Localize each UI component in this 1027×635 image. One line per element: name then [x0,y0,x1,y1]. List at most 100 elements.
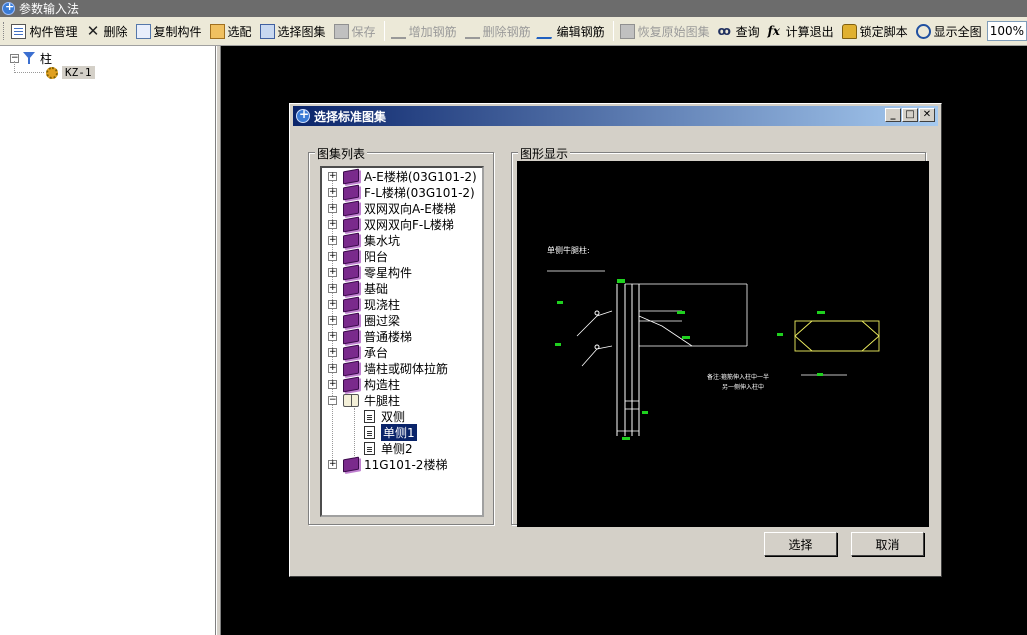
edit-rebar-button[interactable]: 编辑钢筋 [535,20,608,42]
delete-button[interactable]: ✕ 删除 [82,20,130,42]
expand-icon[interactable]: + [328,299,337,309]
atlas-icon [259,23,275,39]
save-icon [333,23,349,39]
dimension-mark [617,279,625,283]
dimension-mark [682,336,690,339]
preview-title: 单侧牛腿柱: [547,245,590,255]
expand-icon[interactable]: + [328,315,337,325]
atlas-item[interactable]: + 基础 [328,280,388,296]
expand-icon[interactable]: + [328,379,337,389]
cancel-button[interactable]: 取消 [851,532,924,556]
expand-icon[interactable]: + [328,347,337,357]
atlas-item[interactable]: + 普通楼梯 [328,328,412,344]
atlas-item[interactable]: + 现浇柱 [328,296,400,312]
restore-atlas-button[interactable]: 恢复原始图集 [617,20,713,42]
binoculars-icon: ꝏ [717,23,731,38]
tree-connector [14,61,44,73]
remove-rebar-button[interactable]: 删除钢筋 [462,20,534,42]
select-match-button[interactable]: 选配 [207,20,255,42]
fx-icon: fx [767,23,780,38]
atlas-list-label: 图集列表 [315,145,368,162]
file-icon [364,441,375,455]
tree-connector [354,408,355,456]
corbel-drawing: 单侧牛腿柱: 备注:箍筋伸入柱中一半 另一侧伸入柱中 [547,245,880,440]
select-button[interactable]: 选择 [764,532,837,556]
book-icon [343,264,359,280]
collapse-icon[interactable]: − [328,395,337,405]
close-button[interactable]: ✕ [919,108,935,122]
copy-component-button[interactable]: 复制构件 [133,20,205,42]
component-manage-icon [11,23,27,39]
atlas-item[interactable]: + 零星构件 [328,264,412,280]
expand-icon[interactable]: + [328,267,337,277]
expand-icon[interactable]: + [328,363,337,373]
expand-icon[interactable]: + [328,283,337,293]
open-book-icon [343,393,359,407]
dimension-mark [622,437,630,440]
query-button[interactable]: ꝏ 查询 [715,20,763,42]
atlas-item[interactable]: + 双网双向F-L楼梯 [328,216,454,232]
toolbar: 构件管理 ✕ 删除 复制构件 选配 选择图集 保存 增加钢筋 删除钢筋 编辑钢筋 … [0,17,1027,46]
calc-exit-button[interactable]: fx 计算退出 [765,20,837,42]
save-button[interactable]: 保存 [331,20,379,42]
dimension-mark [557,301,563,304]
atlas-tree[interactable]: + A-E楼梯(03G101-2) + F-L楼梯(03G101-2) + 双网双向A… [320,166,484,517]
toolbar-grip[interactable] [3,22,5,40]
atlas-item-corbel-column[interactable]: − 牛腿柱 [328,392,400,408]
atlas-item[interactable]: + 圈过梁 [328,312,400,328]
expand-icon[interactable]: + [328,219,337,229]
select-atlas-dialog: 选择标准图集 _ □ ✕ 图集列表 +A-E楼梯(03G101-2) +F-L楼… [289,103,942,577]
component-manage-button[interactable]: 构件管理 [8,20,80,42]
toolbar-separator [383,21,385,41]
remove-rebar-icon [464,24,480,39]
expand-icon[interactable]: + [328,187,337,197]
restore-icon [619,23,635,39]
window-controls: _ □ ✕ [884,108,935,122]
copy-component-icon [135,23,151,39]
select-match-icon [209,23,225,39]
dimension-mark [817,311,825,314]
atlas-list-group: 图集列表 + A-E楼梯(03G101-2) + F-L楼梯(03G101-2) +… [308,145,494,525]
book-icon [343,200,359,216]
book-icon [343,280,359,296]
minimize-button[interactable]: _ [885,108,901,122]
book-icon [343,376,359,392]
atlas-item[interactable]: + 阳台 [328,248,388,264]
atlas-item[interactable]: +11G101-2楼梯 [328,456,447,472]
fit-view-button[interactable]: 显示全图 [913,20,985,42]
book-icon [343,184,359,200]
select-atlas-button[interactable]: 选择图集 [257,20,329,42]
atlas-item[interactable]: + A-E楼梯(03G101-2) [328,168,477,184]
add-rebar-button[interactable]: 增加钢筋 [388,20,460,42]
atlas-child-item[interactable]: 双侧 [364,408,405,424]
atlas-item[interactable]: + 承台 [328,344,388,360]
maximize-button[interactable]: □ [902,108,918,122]
atlas-item[interactable]: + 双网双向A-E楼梯 [328,200,456,216]
dialog-titlebar[interactable]: 选择标准图集 _ □ ✕ [293,106,938,126]
expand-icon[interactable]: + [328,459,337,469]
atlas-item[interactable]: + 构造柱 [328,376,400,392]
lock-script-button[interactable]: 锁定脚本 [839,20,911,42]
atlas-item[interactable]: + 集水坑 [328,232,400,248]
gear-icon [46,66,58,79]
section-outline [794,320,880,352]
dimension-mark [642,411,648,414]
expand-icon[interactable]: + [328,235,337,245]
expand-icon[interactable]: + [328,171,337,181]
tree-node-kz1[interactable]: KZ-1 [46,66,95,79]
expand-icon[interactable]: + [328,203,337,213]
expand-icon[interactable]: + [328,331,337,341]
drawing-preview: 单侧牛腿柱: 备注:箍筋伸入柱中一半 另一侧伸入柱中 [517,161,929,527]
expand-icon[interactable]: + [328,251,337,261]
atlas-item[interactable]: + 墙柱或砌体拉筋 [328,360,448,376]
book-icon [343,296,359,312]
book-icon [343,232,359,248]
atlas-child-item[interactable]: 单侧2 [364,440,413,456]
atlas-item[interactable]: + F-L楼梯(03G101-2) [328,184,475,200]
dialog-title: 选择标准图集 [314,109,387,124]
atlas-child-item-selected[interactable]: 单侧1 [364,423,417,441]
dimension-mark [817,373,823,376]
drawing-node [594,344,600,350]
dimension-mark [555,343,561,346]
zoom-select[interactable]: 100% [986,21,1027,41]
